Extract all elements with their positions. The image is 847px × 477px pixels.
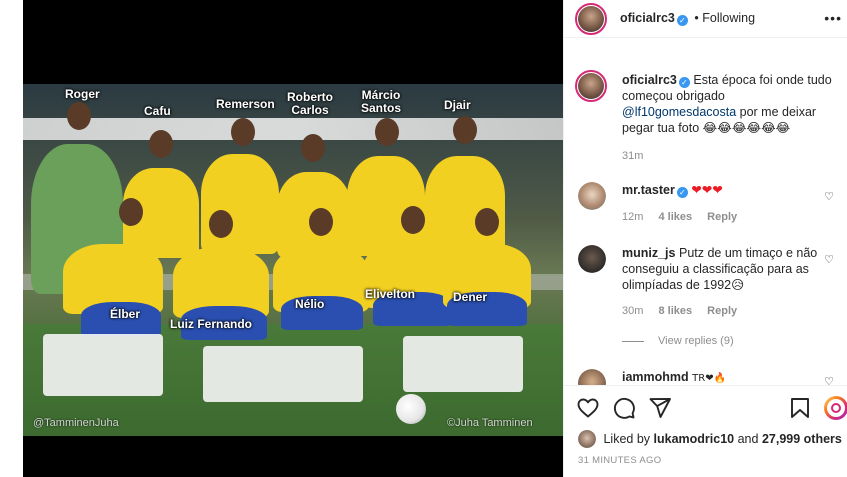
comment-username[interactable]: muniz_js (622, 246, 676, 260)
post-timestamp[interactable]: 31 MINUTES AGO (578, 455, 661, 466)
like-comment-icon[interactable]: ♡ (824, 190, 834, 203)
label-elber: Élber (110, 307, 141, 321)
verified-icon: ✓ (676, 187, 688, 198)
caption-emojis: 😂😂😂😂😂😂 (702, 120, 791, 135)
player-djair-head (453, 116, 477, 144)
player-remerson-head (231, 118, 255, 146)
reply-button[interactable]: Reply (707, 211, 737, 223)
replies-divider (622, 340, 644, 342)
stadium-banner (23, 118, 563, 140)
comment-time: 30m (622, 305, 644, 317)
view-replies-label: View replies (9) (658, 335, 734, 347)
socks-right (403, 336, 523, 392)
team-photo: Roger Cafu Remerson Roberto Carlos Márci… (23, 84, 563, 436)
comment-time: 12m (622, 211, 644, 223)
ig-extension-icon[interactable] (824, 396, 847, 420)
player-dener-head (475, 208, 499, 236)
save-bookmark-icon[interactable] (788, 396, 812, 420)
socks-left (43, 334, 163, 396)
like-heart-icon[interactable] (576, 396, 600, 420)
player-elivelton-head (401, 206, 425, 234)
player-roger-head (67, 102, 91, 130)
comment-emoji: 😥 (731, 277, 745, 292)
liked-by-summary: Liked by lukamodric10 and 27,999 others (578, 430, 842, 448)
player-nelio-head (309, 208, 333, 236)
liked-by-user[interactable]: lukamodric10 (654, 432, 735, 446)
more-options-icon[interactable]: ••• (824, 10, 842, 26)
comment-text: muniz_js Putz de um timaço e não consegu… (622, 245, 822, 293)
liked-by-and: and (737, 432, 759, 446)
player-marcio-santos-head (375, 118, 399, 146)
watermark-right: ©Juha Tamminen (447, 417, 533, 429)
following-button[interactable]: Following (702, 11, 755, 25)
player-cafu-head (149, 130, 173, 158)
label-marcio-santos: Márcio Santos (361, 88, 402, 115)
separator-dot: • (694, 11, 699, 25)
author-avatar[interactable] (575, 3, 607, 35)
post-header: oficialrc3 ✓ • Following ••• (564, 0, 847, 38)
label-luiz-fernando: Luiz Fernando (170, 317, 252, 331)
label-dener: Dener (453, 290, 488, 304)
socks-center (203, 346, 363, 402)
comment-meta: 12m 4 likes Reply (622, 211, 749, 223)
player-luiz-fernando-head (209, 210, 233, 238)
player-djair (425, 156, 505, 256)
commenter-avatar[interactable] (578, 245, 606, 273)
label-djair: Djair (444, 98, 471, 112)
post-actions-bar: Liked by lukamodric10 and 27,999 others … (564, 385, 847, 477)
commenter-avatar[interactable] (578, 182, 606, 210)
comment-item: iammohmd TR❤🔥 ♡ (564, 367, 847, 385)
comment-meta: 30m 8 likes Reply (622, 305, 749, 317)
commenter-avatar[interactable] (578, 369, 606, 385)
post-media[interactable]: Roger Cafu Remerson Roberto Carlos Márci… (23, 0, 563, 477)
caption-mention[interactable]: @lf10gomesdacosta (622, 105, 736, 119)
liked-by-prefix: Liked by (603, 432, 651, 446)
like-comment-icon[interactable]: ♡ (824, 375, 834, 385)
caption-time: 31m (622, 150, 644, 162)
label-elivelton: Elivelton (365, 287, 416, 301)
like-comment-icon[interactable]: ♡ (824, 253, 834, 266)
comment-username[interactable]: mr.taster (622, 183, 675, 197)
post-side-panel: oficialrc3 ✓ • Following ••• oficialrc3 ✓ … (563, 0, 847, 477)
comment-text: mr.taster ✓ ❤❤❤ (622, 182, 822, 198)
verified-icon: ✓ (678, 77, 690, 88)
player-roberto-carlos-head (301, 134, 325, 162)
label-roberto-carlos: Roberto Carlos (287, 90, 333, 117)
player-remerson (201, 154, 279, 254)
label-remerson: Remerson (216, 97, 275, 111)
verified-icon: ✓ (676, 15, 688, 26)
football (396, 394, 426, 424)
comment-text: iammohmd TR❤🔥 (622, 369, 822, 385)
caption-text: oficialrc3 ✓ Esta época foi onde tudo com… (622, 72, 834, 136)
comment-bubble-icon[interactable] (612, 396, 636, 420)
caption-avatar[interactable] (575, 70, 607, 102)
label-cafu: Cafu (144, 104, 171, 118)
comment-body: ❤❤❤ (691, 182, 723, 197)
share-send-icon[interactable] (648, 396, 672, 420)
author-username[interactable]: oficialrc3 (620, 11, 675, 25)
view-replies-button[interactable]: View replies (9) (622, 335, 734, 347)
liker-avatar[interactable] (578, 430, 596, 448)
player-elber-head (119, 198, 143, 226)
comment-likes[interactable]: 4 likes (658, 211, 692, 223)
comment-username[interactable]: iammohmd (622, 370, 689, 384)
reply-button[interactable]: Reply (707, 305, 737, 317)
left-gutter (0, 0, 23, 477)
comment-body: TR❤🔥 (692, 373, 727, 384)
watermark-left: @TamminenJuha (33, 417, 119, 429)
liked-by-others[interactable]: 27,999 others (762, 432, 842, 446)
label-roger: Roger (65, 87, 100, 101)
caption-username[interactable]: oficialrc3 (622, 73, 677, 87)
comment-likes[interactable]: 8 likes (658, 305, 692, 317)
label-nelio: Nélio (295, 297, 325, 311)
